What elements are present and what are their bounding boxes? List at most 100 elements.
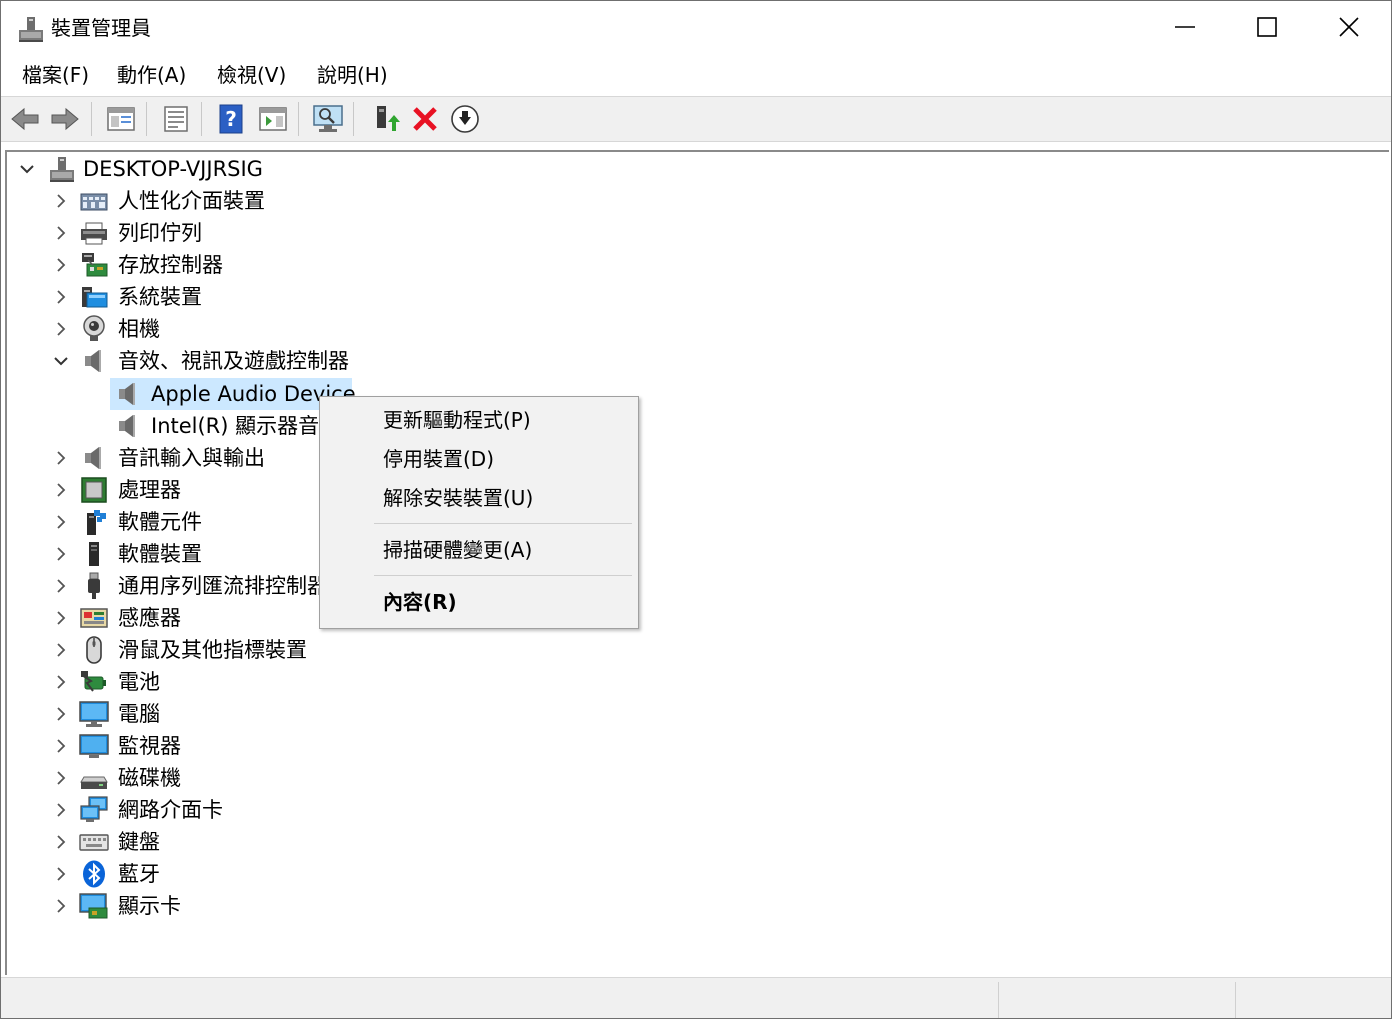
chevron-right-icon[interactable] <box>53 898 69 914</box>
tree-root-row[interactable]: DESKTOP-VJJRSIG <box>7 153 407 185</box>
tree-category-print-queues[interactable]: 列印佇列 <box>7 217 407 249</box>
scan-hardware-button[interactable] <box>311 102 345 136</box>
menu-bar: 檔案(F) 動作(A) 檢視(V) 說明(H) <box>1 53 1391 95</box>
status-separator <box>998 982 999 1018</box>
disable-device-button[interactable] <box>448 102 482 136</box>
tree-category-label: 音訊輸入與輸出 <box>118 446 265 470</box>
menu-view[interactable]: 檢視(V) <box>212 61 291 89</box>
menu-file[interactable]: 檔案(F) <box>17 61 94 89</box>
menu-item-label: 掃描硬體變更(A) <box>383 538 533 562</box>
printer-icon <box>81 222 107 245</box>
chevron-right-icon[interactable] <box>53 482 69 498</box>
chevron-right-icon[interactable] <box>53 546 69 562</box>
tree-category-label: 藍牙 <box>118 862 160 886</box>
tree-device-label: Intel(R) 顯示器音效 <box>151 414 341 438</box>
toolbar-separator <box>298 102 299 136</box>
chevron-right-icon[interactable] <box>53 225 69 241</box>
chevron-right-icon[interactable] <box>53 514 69 530</box>
chevron-right-icon[interactable] <box>53 257 69 273</box>
device-tree[interactable]: DESKTOP-VJJRSIG 人性化介面裝置 列印佇列 存放控制器 系統裝置 … <box>5 150 1389 975</box>
sensor-icon <box>80 608 108 628</box>
tree-category-label: 磁碟機 <box>118 766 181 790</box>
computer-tower-icon <box>50 157 74 182</box>
back-button[interactable] <box>8 102 42 136</box>
tree-category-display-adapters[interactable]: 顯示卡 <box>7 890 407 922</box>
chevron-right-icon[interactable] <box>53 834 69 850</box>
menu-separator <box>374 523 632 524</box>
speaker-icon <box>119 383 135 405</box>
disable-device-menu-item[interactable]: 停用裝置(D) <box>321 440 637 478</box>
chevron-right-icon[interactable] <box>53 193 69 209</box>
tree-category-label: 軟體元件 <box>118 510 202 534</box>
tree-category-batteries[interactable]: 電池 <box>7 666 407 698</box>
tree-category-cameras[interactable]: 相機 <box>7 313 407 345</box>
tree-category-hid[interactable]: 人性化介面裝置 <box>7 185 407 217</box>
chevron-right-icon[interactable] <box>53 738 69 754</box>
window-title: 裝置管理員 <box>51 16 151 40</box>
disk-drive-icon <box>80 776 108 789</box>
tree-category-label: 電池 <box>118 670 160 694</box>
forward-button[interactable] <box>48 102 82 136</box>
close-button[interactable] <box>1308 1 1390 53</box>
chevron-right-icon[interactable] <box>53 610 69 626</box>
chevron-right-icon[interactable] <box>53 866 69 882</box>
tree-category-bluetooth[interactable]: 藍牙 <box>7 858 407 890</box>
mouse-icon <box>86 636 102 664</box>
update-driver-menu-item[interactable]: 更新驅動程式(P) <box>321 401 637 439</box>
minimize-button[interactable] <box>1144 1 1226 53</box>
chevron-right-icon[interactable] <box>53 674 69 690</box>
storage-controller-icon <box>82 253 108 277</box>
chevron-right-icon[interactable] <box>53 450 69 466</box>
chevron-right-icon[interactable] <box>53 642 69 658</box>
device-manager-app-icon <box>17 14 45 44</box>
chevron-right-icon[interactable] <box>53 289 69 305</box>
computer-icon <box>79 701 109 727</box>
properties-button[interactable] <box>159 102 193 136</box>
minimize-icon <box>1175 26 1195 28</box>
tree-category-label: 存放控制器 <box>118 253 223 277</box>
chevron-right-icon[interactable] <box>53 321 69 337</box>
update-driver-button[interactable] <box>368 102 402 136</box>
help-button[interactable]: ? <box>214 102 248 136</box>
tree-category-disk-drives[interactable]: 磁碟機 <box>7 762 407 794</box>
maximize-button[interactable] <box>1226 1 1308 53</box>
tree-category-storage-controllers[interactable]: 存放控制器 <box>7 249 407 281</box>
chevron-right-icon[interactable] <box>53 770 69 786</box>
console-tree-icon <box>107 107 135 131</box>
menu-help[interactable]: 說明(H) <box>312 61 393 89</box>
chevron-right-icon[interactable] <box>53 706 69 722</box>
menu-separator <box>374 575 632 576</box>
action-pane-button[interactable] <box>256 102 290 136</box>
tree-category-label: 音效、視訊及遊戲控制器 <box>118 349 349 373</box>
toolbar-separator <box>353 102 354 136</box>
chevron-down-icon[interactable] <box>53 353 69 369</box>
back-arrow-icon <box>11 107 39 131</box>
show-hide-console-tree-button[interactable] <box>104 102 138 136</box>
menu-item-label: 解除安裝裝置(U) <box>383 486 534 510</box>
tree-category-monitors[interactable]: 監視器 <box>7 730 407 762</box>
update-driver-icon <box>377 106 400 131</box>
processor-icon <box>81 477 107 503</box>
tree-category-sound-video-game-controllers[interactable]: 音效、視訊及遊戲控制器 <box>7 345 407 377</box>
chevron-down-icon[interactable] <box>19 161 35 177</box>
toolbar-separator <box>91 102 92 136</box>
tree-category-system-devices[interactable]: 系統裝置 <box>7 281 407 313</box>
menu-action[interactable]: 動作(A) <box>112 61 191 89</box>
uninstall-device-button[interactable] <box>408 102 442 136</box>
tree-category-computer[interactable]: 電腦 <box>7 698 407 730</box>
toolbar-separator <box>146 102 147 136</box>
tree-category-keyboards[interactable]: 鍵盤 <box>7 826 407 858</box>
hid-icon <box>80 193 108 211</box>
speaker-icon <box>85 447 101 469</box>
tree-category-network-adapters[interactable]: 網路介面卡 <box>7 794 407 826</box>
uninstall-device-menu-item[interactable]: 解除安裝裝置(U) <box>321 479 637 517</box>
chevron-right-icon[interactable] <box>53 578 69 594</box>
tree-category-label: 顯示卡 <box>118 894 181 918</box>
display-adapter-icon <box>79 893 108 919</box>
chevron-right-icon[interactable] <box>53 802 69 818</box>
tree-category-label: 列印佇列 <box>118 221 202 245</box>
tree-category-mice[interactable]: 滑鼠及其他指標裝置 <box>7 634 407 666</box>
camera-icon <box>83 315 105 341</box>
scan-hardware-menu-item[interactable]: 掃描硬體變更(A) <box>321 531 637 569</box>
properties-menu-item[interactable]: 內容(R) <box>321 583 637 621</box>
